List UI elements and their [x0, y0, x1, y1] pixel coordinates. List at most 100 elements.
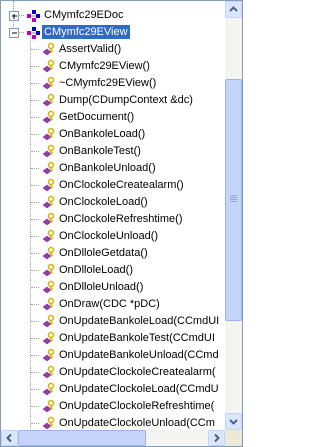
tree-line	[31, 253, 39, 254]
tree-line	[31, 117, 39, 118]
class-icon	[25, 25, 41, 41]
tree-item-label: OnDraw(CDC *pDC)	[59, 298, 160, 310]
tree-line	[31, 100, 39, 101]
tree-item-label: OnClockoleRefreshtime()	[59, 213, 183, 225]
tree-line	[31, 134, 39, 135]
tree-line	[31, 304, 39, 305]
tree-line	[31, 236, 39, 237]
tree-item-label: OnUpdateClockoleCreatealarm(	[59, 366, 216, 378]
tree-item-member[interactable]: OnUpdateClockoleCreatealarm(	[1, 364, 225, 381]
tree-line	[31, 66, 39, 67]
tree-line	[31, 372, 39, 373]
member-function-icon	[41, 195, 57, 211]
class-view-panel: CMymfc29EDoc CMymfc29EView AssertValid()…	[0, 0, 243, 447]
member-function-icon	[41, 382, 57, 398]
tree-line	[31, 185, 39, 186]
member-function-icon	[41, 399, 57, 415]
tree-item-member[interactable]: ~CMymfc29EView()	[1, 75, 225, 92]
tree-item-label: OnClockoleCreatealarm()	[59, 179, 184, 191]
tree-item-label: OnUpdateClockoleRefreshtime(	[59, 400, 215, 412]
member-function-icon	[41, 161, 57, 177]
tree-line	[31, 49, 39, 50]
tree-item-label: OnDlloleUnload()	[59, 281, 144, 293]
horizontal-scrollbar[interactable]	[1, 430, 225, 446]
tree-item-member[interactable]: AssertValid()	[1, 41, 225, 58]
tree-item-member[interactable]: OnUpdateClockoleUnload(CCm	[1, 415, 225, 431]
tree-item-member[interactable]: OnClockoleCreatealarm()	[1, 177, 225, 194]
tree-line	[31, 389, 39, 390]
member-function-icon	[41, 416, 57, 431]
arrow-left-icon	[6, 433, 12, 443]
scroll-left-button[interactable]	[1, 430, 18, 446]
vertical-scrollbar[interactable]	[225, 1, 242, 430]
tree-item-member[interactable]: OnDlloleLoad()	[1, 262, 225, 279]
tree-item-cmymfc29edoc[interactable]: CMymfc29EDoc	[1, 7, 225, 24]
collapse-minus-icon[interactable]	[9, 28, 19, 38]
member-function-icon	[41, 76, 57, 92]
member-function-icon	[41, 297, 57, 313]
tree-line	[18, 32, 24, 33]
tree-item-member[interactable]: OnBankoleUnload()	[1, 160, 225, 177]
member-function-icon	[41, 365, 57, 381]
member-function-icon	[41, 178, 57, 194]
member-function-icon	[41, 59, 57, 75]
tree-item-member[interactable]: Dump(CDumpContext &dc)	[1, 92, 225, 109]
tree-item-label: CMymfc29EView	[42, 25, 130, 39]
tree-item-label: OnBankoleUnload()	[59, 162, 156, 174]
tree-line	[31, 83, 39, 84]
tree-item-member[interactable]: CMymfc29EView()	[1, 58, 225, 75]
member-function-icon	[41, 348, 57, 364]
tree-line	[31, 321, 39, 322]
tree-item-cmymfc29eview[interactable]: CMymfc29EView	[1, 24, 225, 41]
tree-item-member[interactable]: OnClockoleRefreshtime()	[1, 211, 225, 228]
tree-item-member[interactable]: OnUpdateBankoleTest(CCmdUI	[1, 330, 225, 347]
tree-item-label: OnClockoleLoad()	[59, 196, 148, 208]
tree-item-label: GetDocument()	[59, 111, 135, 123]
scrollbar-corner	[225, 430, 242, 446]
tree-item-member[interactable]: OnDlloleUnload()	[1, 279, 225, 296]
tree-line	[31, 406, 39, 407]
tree-item-member[interactable]: OnDraw(CDC *pDC)	[1, 296, 225, 313]
tree-item-member[interactable]: OnUpdateClockoleRefreshtime(	[1, 398, 225, 415]
class-icon	[25, 8, 41, 24]
tree-item-label: OnUpdateClockoleUnload(CCm	[59, 417, 215, 429]
tree-line	[31, 270, 39, 271]
expand-plus-icon[interactable]	[9, 11, 19, 21]
arrow-down-icon	[229, 419, 238, 425]
member-function-icon	[41, 144, 57, 160]
member-function-icon	[41, 212, 57, 228]
tree-item-member[interactable]: GetDocument()	[1, 109, 225, 126]
tree-line	[31, 202, 39, 203]
horizontal-scroll-thumb[interactable]	[18, 430, 146, 446]
scroll-thumb[interactable]	[225, 79, 242, 321]
tree-item-label: OnDlloleLoad()	[59, 264, 133, 276]
tree-item-member[interactable]: OnBankoleLoad()	[1, 126, 225, 143]
tree-item-label: CMymfc29EDoc	[44, 9, 124, 21]
arrow-up-icon	[229, 6, 238, 12]
tree-item-label: OnUpdateBankoleTest(CCmdUI	[59, 332, 215, 344]
tree-item-member[interactable]: OnUpdateClockoleLoad(CCmdU	[1, 381, 225, 398]
tree-item-label: OnUpdateClockoleLoad(CCmdU	[59, 383, 219, 395]
tree-item-label: AssertValid()	[59, 43, 122, 55]
scroll-down-button[interactable]	[225, 413, 242, 430]
scroll-up-button[interactable]	[225, 1, 242, 18]
tree-item-label: OnUpdateBankoleUnload(CCmd	[59, 349, 219, 361]
member-function-icon	[41, 229, 57, 245]
tree-item-label: ~CMymfc29EView()	[59, 77, 157, 89]
tree-item-member[interactable]: OnClockoleLoad()	[1, 194, 225, 211]
tree-item-member[interactable]: OnClockoleUnload()	[1, 228, 225, 245]
scroll-right-button[interactable]	[208, 430, 225, 446]
class-tree[interactable]: CMymfc29EDoc CMymfc29EView AssertValid()…	[1, 1, 225, 431]
tree-line	[31, 423, 39, 424]
member-function-icon	[41, 331, 57, 347]
tree-item-label: OnUpdateBankoleLoad(CCmdUI	[59, 315, 220, 327]
tree-item-member[interactable]: OnUpdateBankoleLoad(CCmdUI	[1, 313, 225, 330]
tree-line	[31, 168, 39, 169]
member-function-icon	[41, 246, 57, 262]
tree-item-label: CMymfc29EView()	[59, 60, 150, 72]
tree-item-member[interactable]: OnBankoleTest()	[1, 143, 225, 160]
tree-item-label: Dump(CDumpContext &dc)	[59, 94, 193, 106]
tree-line	[31, 287, 39, 288]
tree-item-member[interactable]: OnUpdateBankoleUnload(CCmd	[1, 347, 225, 364]
tree-item-member[interactable]: OnDlloleGetdata()	[1, 245, 225, 262]
